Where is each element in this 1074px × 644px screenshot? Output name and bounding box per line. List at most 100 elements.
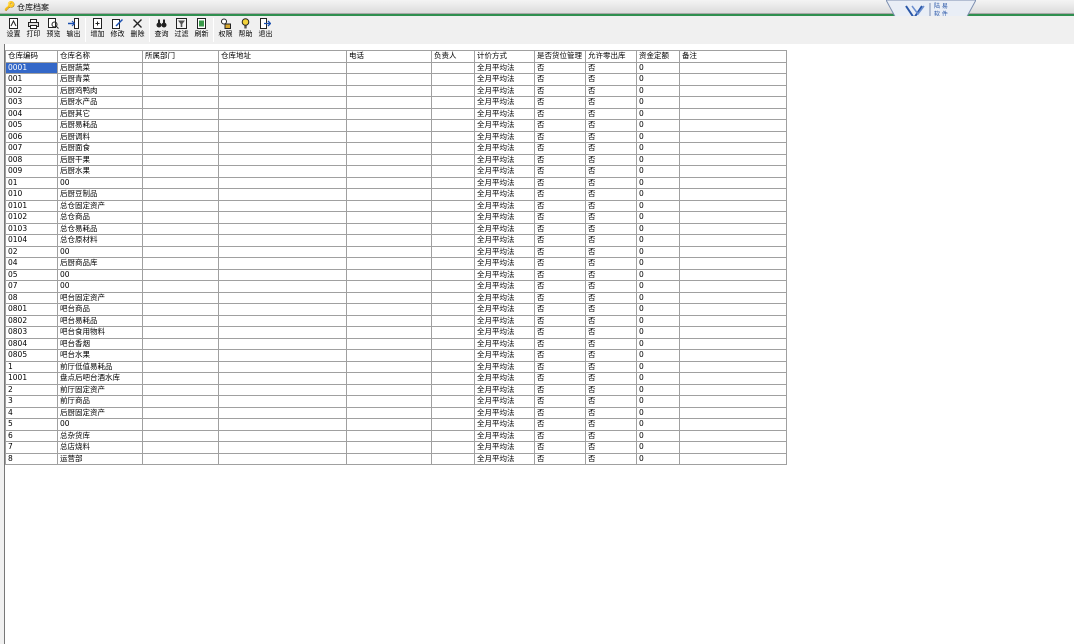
cell-address[interactable] (218, 406, 347, 419)
cell-manager[interactable] (431, 360, 475, 373)
cell-phone[interactable] (346, 268, 432, 281)
cell-location-managed[interactable]: 否 (534, 429, 586, 442)
cell-location-managed[interactable]: 否 (534, 84, 586, 97)
cell-name[interactable]: 后厨调料 (57, 130, 143, 143)
cell-address[interactable] (218, 372, 347, 385)
settings-button[interactable]: 设置 (4, 17, 23, 43)
cell-fund-quota[interactable]: 0 (636, 153, 680, 166)
cell-manager[interactable] (431, 429, 475, 442)
cell-costing-method[interactable]: 全月平均法 (474, 406, 535, 419)
table-row[interactable]: 04 后厨商品库 全月平均法否否 0 (5, 257, 787, 270)
cell-name[interactable]: 后厨易耗品 (57, 119, 143, 132)
cell-allow-zero-out[interactable]: 否 (585, 372, 637, 385)
cell-address[interactable] (218, 429, 347, 442)
cell-department[interactable] (142, 257, 219, 270)
cell-fund-quota[interactable]: 0 (636, 291, 680, 304)
cell-code[interactable]: 2 (5, 383, 58, 396)
cell-fund-quota[interactable]: 0 (636, 303, 680, 316)
cell-address[interactable] (218, 107, 347, 120)
table-row[interactable]: 0102 总仓商品 全月平均法否否 0 (5, 211, 787, 224)
cell-costing-method[interactable]: 全月平均法 (474, 291, 535, 304)
cell-code[interactable]: 1001 (5, 372, 58, 385)
cell-allow-zero-out[interactable]: 否 (585, 257, 637, 270)
cell-code[interactable]: 001 (5, 73, 58, 86)
cell-department[interactable] (142, 372, 219, 385)
cell-allow-zero-out[interactable]: 否 (585, 119, 637, 132)
cell-remark[interactable] (679, 61, 787, 74)
cell-address[interactable] (218, 245, 347, 258)
cell-department[interactable] (142, 73, 219, 86)
cell-name[interactable]: 吧台食用物料 (57, 326, 143, 339)
cell-code[interactable]: 0805 (5, 349, 58, 362)
cell-location-managed[interactable]: 否 (534, 326, 586, 339)
cell-fund-quota[interactable]: 0 (636, 96, 680, 109)
cell-fund-quota[interactable]: 0 (636, 119, 680, 132)
refresh-button[interactable]: 刷新 (192, 17, 211, 43)
cell-code[interactable]: 3 (5, 395, 58, 408)
cell-manager[interactable] (431, 142, 475, 155)
cell-location-managed[interactable]: 否 (534, 222, 586, 235)
cell-name[interactable]: 后厨水果 (57, 165, 143, 178)
cell-location-managed[interactable]: 否 (534, 406, 586, 419)
cell-manager[interactable] (431, 349, 475, 362)
cell-name[interactable]: 前厅低值易耗品 (57, 360, 143, 373)
cell-location-managed[interactable]: 否 (534, 452, 586, 465)
cell-manager[interactable] (431, 383, 475, 396)
cell-name[interactable]: 后厨商品库 (57, 257, 143, 270)
cell-name[interactable]: 00 (57, 176, 143, 189)
cell-manager[interactable] (431, 234, 475, 247)
table-row[interactable]: 008 后厨干果 全月平均法否否 0 (5, 153, 787, 166)
cell-allow-zero-out[interactable]: 否 (585, 349, 637, 362)
cell-address[interactable] (218, 441, 347, 454)
cell-fund-quota[interactable]: 0 (636, 257, 680, 270)
cell-location-managed[interactable]: 否 (534, 176, 586, 189)
cell-phone[interactable] (346, 337, 432, 350)
cell-name[interactable]: 后厨水产品 (57, 96, 143, 109)
cell-code[interactable]: 0103 (5, 222, 58, 235)
cell-remark[interactable] (679, 303, 787, 316)
cell-code[interactable]: 6 (5, 429, 58, 442)
cell-name[interactable]: 运营部 (57, 452, 143, 465)
cell-department[interactable] (142, 291, 219, 304)
cell-code[interactable]: 0001 (5, 61, 58, 74)
cell-location-managed[interactable]: 否 (534, 61, 586, 74)
cell-address[interactable] (218, 142, 347, 155)
cell-costing-method[interactable]: 全月平均法 (474, 337, 535, 350)
cell-name[interactable]: 总仓易耗品 (57, 222, 143, 235)
cell-phone[interactable] (346, 142, 432, 155)
cell-allow-zero-out[interactable]: 否 (585, 245, 637, 258)
cell-allow-zero-out[interactable]: 否 (585, 452, 637, 465)
cell-code[interactable]: 7 (5, 441, 58, 454)
cell-code[interactable]: 4 (5, 406, 58, 419)
cell-name[interactable]: 后厨豆制品 (57, 188, 143, 201)
table-row[interactable]: 7 总店烧料 全月平均法否否 0 (5, 441, 787, 454)
cell-fund-quota[interactable]: 0 (636, 130, 680, 143)
cell-department[interactable] (142, 176, 219, 189)
cell-location-managed[interactable]: 否 (534, 395, 586, 408)
cell-fund-quota[interactable]: 0 (636, 337, 680, 350)
cell-remark[interactable] (679, 360, 787, 373)
cell-address[interactable] (218, 119, 347, 132)
cell-name[interactable]: 吧台水果 (57, 349, 143, 362)
cell-manager[interactable] (431, 326, 475, 339)
table-row[interactable]: 05 00 全月平均法否否 0 (5, 268, 787, 281)
cell-code[interactable]: 0803 (5, 326, 58, 339)
cell-department[interactable] (142, 303, 219, 316)
cell-costing-method[interactable]: 全月平均法 (474, 119, 535, 132)
cell-address[interactable] (218, 234, 347, 247)
cell-allow-zero-out[interactable]: 否 (585, 199, 637, 212)
cell-allow-zero-out[interactable]: 否 (585, 107, 637, 120)
cell-address[interactable] (218, 326, 347, 339)
cell-address[interactable] (218, 61, 347, 74)
query-button[interactable]: 查询 (152, 17, 171, 43)
cell-department[interactable] (142, 211, 219, 224)
cell-name[interactable]: 00 (57, 280, 143, 293)
cell-manager[interactable] (431, 222, 475, 235)
cell-allow-zero-out[interactable]: 否 (585, 360, 637, 373)
cell-remark[interactable] (679, 257, 787, 270)
cell-name[interactable]: 吧台易耗品 (57, 314, 143, 327)
cell-department[interactable] (142, 119, 219, 132)
cell-allow-zero-out[interactable]: 否 (585, 280, 637, 293)
table-row[interactable]: 004 后厨其它 全月平均法否否 0 (5, 107, 787, 120)
cell-location-managed[interactable]: 否 (534, 418, 586, 431)
